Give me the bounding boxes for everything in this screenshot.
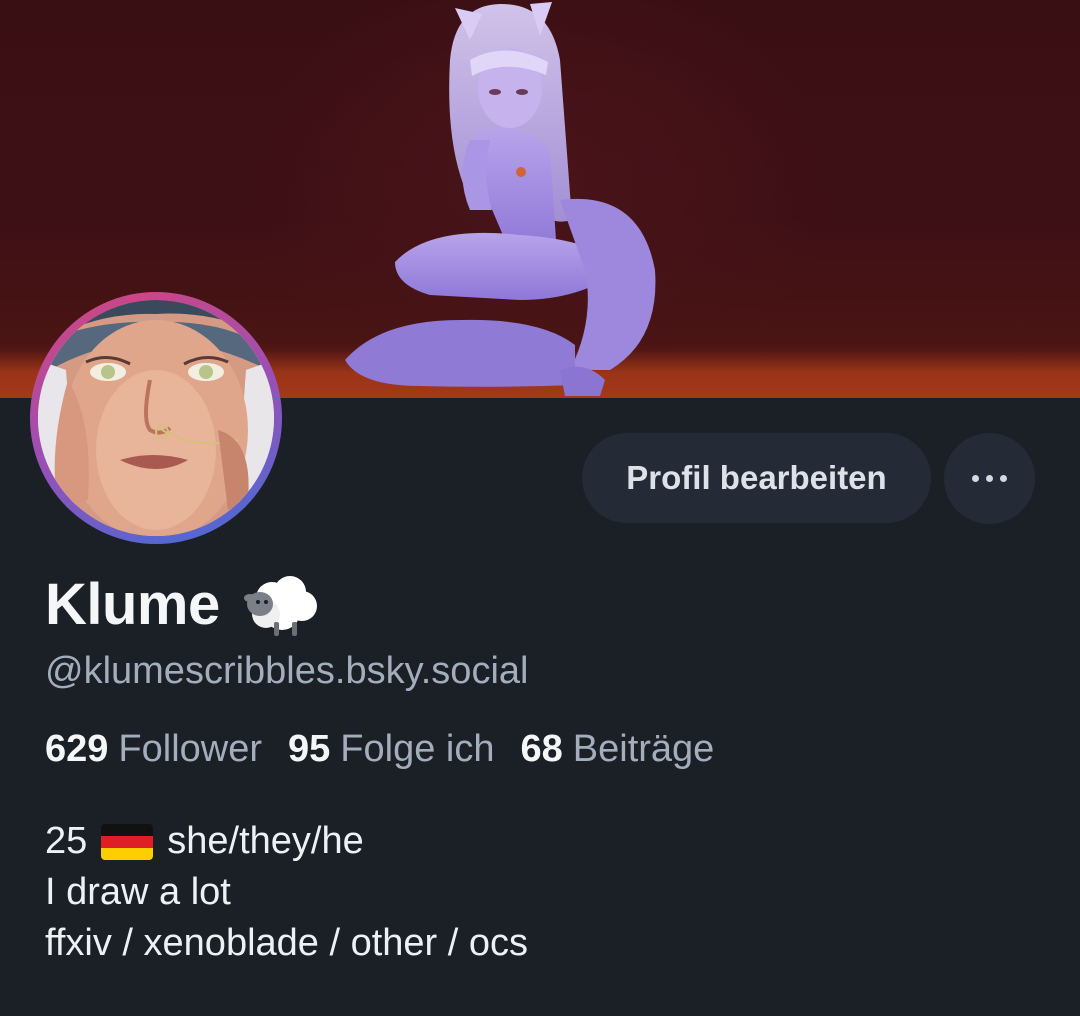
bio-age: 25 xyxy=(45,820,88,862)
avatar-artwork xyxy=(38,300,274,536)
posts-stat: 68 Beiträge xyxy=(521,728,715,771)
profile-handle: @klumescribbles.bsky.social xyxy=(45,650,529,692)
followers-label: Follower xyxy=(118,728,263,770)
following-count: 95 xyxy=(288,728,331,770)
sheep-emoji-icon xyxy=(243,576,317,636)
bio-line-1: 25 she/they/he xyxy=(45,816,528,867)
profile-bio: 25 she/they/he I draw a lot ffxiv / xeno… xyxy=(45,816,528,969)
display-name: Klume xyxy=(45,571,220,637)
following-stat[interactable]: 95 Folge ich xyxy=(288,728,494,771)
followers-stat[interactable]: 629 Follower xyxy=(45,728,262,771)
display-name-row: Klume xyxy=(45,568,320,640)
bio-line-2: I draw a lot xyxy=(45,871,231,913)
followers-count: 629 xyxy=(45,728,109,770)
posts-label: Beiträge xyxy=(572,728,715,770)
bio-line-3: ffxiv / xenoblade / other / ocs xyxy=(45,922,529,964)
more-options-button[interactable] xyxy=(944,433,1035,524)
edit-profile-button[interactable]: Profil bearbeiten xyxy=(582,433,931,523)
posts-count: 68 xyxy=(520,728,563,770)
germany-flag-icon xyxy=(101,823,154,860)
avatar[interactable] xyxy=(38,300,274,536)
profile-stats: 629 Follower 95 Folge ich 68 Beiträge xyxy=(45,728,740,771)
bio-pronouns: she/they/he xyxy=(167,820,364,862)
following-label: Folge ich xyxy=(340,728,495,770)
more-dots-icon xyxy=(972,475,1007,482)
